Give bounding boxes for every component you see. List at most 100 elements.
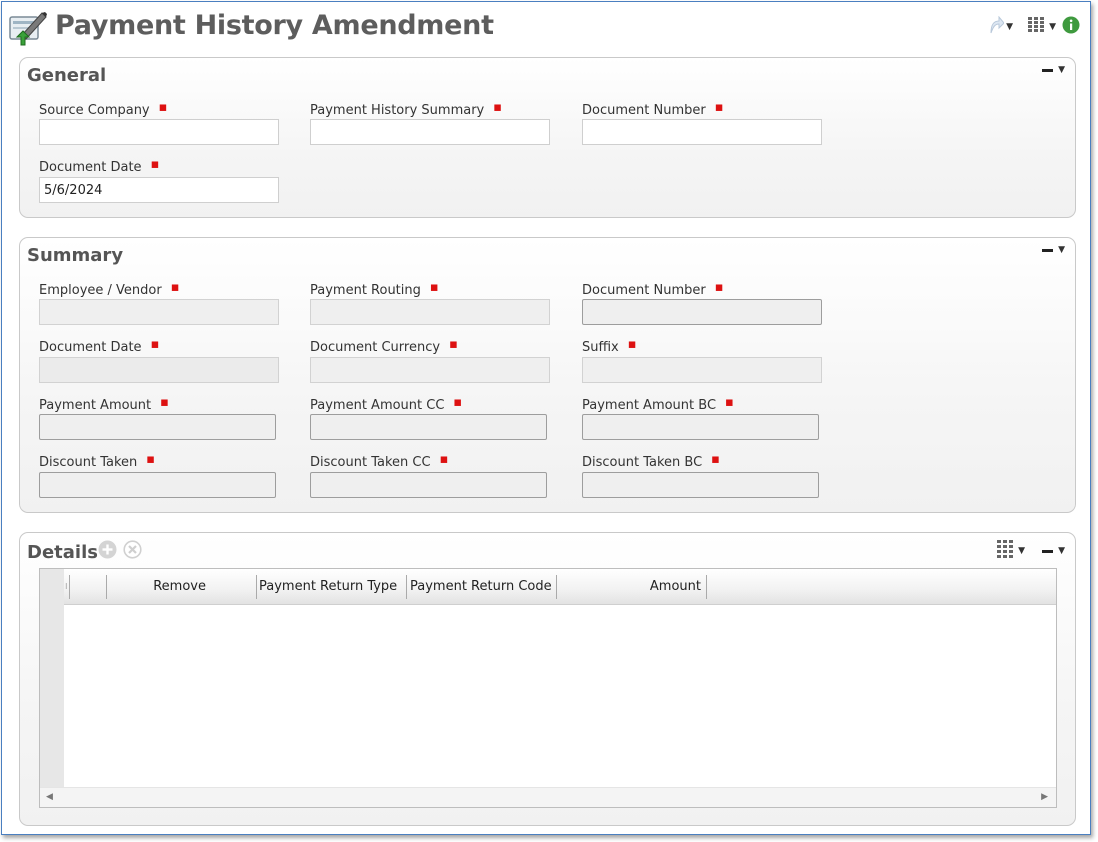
scroll-right-icon[interactable]: ▶ xyxy=(1041,792,1048,802)
source-company-label: Source Company ▪ xyxy=(39,100,168,118)
required-marker: ▪ xyxy=(150,157,160,172)
add-row-button[interactable] xyxy=(98,540,117,563)
chevron-down-icon: ▼ xyxy=(1049,21,1056,32)
grid-handle-column[interactable]: ⁝ xyxy=(64,575,70,599)
document-currency-field xyxy=(310,357,550,383)
document-date-label: Document Date ▪ xyxy=(39,157,160,175)
details-grid: ⁝ Remove Payment Return Type Payment Ret… xyxy=(39,568,1057,808)
employee-vendor-field xyxy=(39,299,279,325)
info-icon xyxy=(1062,16,1080,38)
discount-taken-bc-label-text: Discount Taken BC xyxy=(582,455,703,470)
info-button[interactable] xyxy=(1062,16,1080,38)
chevron-down-icon[interactable]: ▼ xyxy=(1058,546,1065,556)
document-number-label: Document Number ▪ xyxy=(582,100,724,118)
title-toolbar: ▼ ▼ xyxy=(988,15,1080,38)
document-currency-label: Document Currency ▪ xyxy=(310,337,458,355)
general-panel-controls[interactable]: ▼ xyxy=(1042,66,1065,75)
general-panel: General ▼ Source Company ▪ Payment Histor… xyxy=(19,57,1076,218)
collapse-icon[interactable] xyxy=(1042,249,1054,252)
details-panel-controls: ▼ ▼ xyxy=(996,539,1065,563)
required-marker: ▪ xyxy=(493,100,503,115)
column-chooser-button[interactable]: ▼ xyxy=(1027,16,1056,38)
chevron-down-icon[interactable]: ▼ xyxy=(1058,246,1065,255)
discount-taken-bc-field xyxy=(582,472,819,498)
payment-history-amendment-window: Payment History Amendment ▼ ▼ General ▼ … xyxy=(1,1,1091,835)
discount-taken-bc-label: Discount Taken BC ▪ xyxy=(582,452,720,470)
required-marker: ▪ xyxy=(711,452,720,467)
suffix-label: Suffix ▪ xyxy=(582,337,637,355)
title-bar: Payment History Amendment ▼ ▼ xyxy=(2,2,1090,56)
document-date-input[interactable] xyxy=(39,177,279,203)
summary-document-date-label: Document Date ▪ xyxy=(39,337,160,355)
summary-panel-controls[interactable]: ▼ xyxy=(1042,246,1065,255)
remove-icon xyxy=(123,540,142,559)
drag-handle-icon: ⁝ xyxy=(65,582,68,591)
document-number-input[interactable] xyxy=(582,119,822,145)
required-marker: ▪ xyxy=(146,452,156,467)
required-marker: ▪ xyxy=(429,280,439,295)
payment-amount-label: Payment Amount ▪ xyxy=(39,395,169,413)
payment-amount-cc-label: Payment Amount CC ▪ xyxy=(310,395,463,413)
required-marker: ▪ xyxy=(160,395,169,410)
discount-taken-label: Discount Taken ▪ xyxy=(39,452,156,470)
collapse-icon[interactable] xyxy=(1042,69,1054,72)
delete-row-button[interactable] xyxy=(123,540,142,563)
grid-checkbox-column[interactable] xyxy=(71,575,107,599)
collapse-icon[interactable] xyxy=(1042,549,1054,553)
required-marker: ▪ xyxy=(627,337,637,352)
horizontal-scrollbar[interactable]: ◀ ▶ xyxy=(40,787,1056,807)
general-panel-title: General xyxy=(27,65,107,86)
source-company-label-text: Source Company xyxy=(39,103,150,118)
share-button[interactable]: ▼ xyxy=(988,15,1014,38)
summary-document-date-field xyxy=(39,357,279,383)
details-panel-title: Details xyxy=(27,542,98,563)
summary-document-number-field xyxy=(582,299,822,325)
source-company-input[interactable] xyxy=(39,119,279,145)
suffix-field xyxy=(582,357,822,383)
payment-routing-label: Payment Routing ▪ xyxy=(310,280,439,298)
summary-panel: Summary ▼ Employee / Vendor ▪ Payment Rou… xyxy=(19,237,1076,513)
required-marker: ▪ xyxy=(439,452,449,467)
required-marker: ▪ xyxy=(150,337,160,352)
column-header-remove[interactable]: Remove xyxy=(107,575,257,599)
columns-icon xyxy=(1027,16,1047,38)
page-title: Payment History Amendment xyxy=(55,10,494,41)
payment-routing-field xyxy=(310,299,550,325)
payment-amount-cc-field xyxy=(310,414,547,440)
discount-taken-cc-label-text: Discount Taken CC xyxy=(310,455,431,470)
column-header-amount[interactable]: Amount xyxy=(557,575,707,599)
required-marker: ▪ xyxy=(714,280,724,295)
employee-vendor-label-text: Employee / Vendor xyxy=(39,283,162,298)
required-marker: ▪ xyxy=(453,395,463,410)
payment-history-summary-input[interactable] xyxy=(310,119,550,145)
edit-document-icon xyxy=(8,9,48,49)
share-icon xyxy=(988,15,1005,38)
column-header-payment-return-type[interactable]: Payment Return Type xyxy=(257,575,407,599)
column-header-payment-return-code[interactable]: Payment Return Code xyxy=(407,575,557,599)
document-currency-label-text: Document Currency xyxy=(310,340,441,355)
summary-panel-title: Summary xyxy=(27,245,124,266)
required-marker: ▪ xyxy=(158,100,168,115)
grid-row-gutter xyxy=(40,569,64,789)
payment-amount-bc-label-text: Payment Amount BC xyxy=(582,398,717,413)
payment-amount-bc-field xyxy=(582,414,819,440)
payment-amount-field xyxy=(39,414,276,440)
scroll-left-icon[interactable]: ◀ xyxy=(46,792,53,802)
document-number-label-text: Document Number xyxy=(582,103,706,118)
discount-taken-cc-label: Discount Taken CC ▪ xyxy=(310,452,449,470)
required-marker: ▪ xyxy=(725,395,734,410)
grid-header: ⁝ Remove Payment Return Type Payment Ret… xyxy=(64,569,1056,605)
columns-icon xyxy=(996,539,1016,563)
payment-amount-cc-label-text: Payment Amount CC xyxy=(310,398,445,413)
chevron-down-icon[interactable]: ▼ xyxy=(1058,66,1065,75)
discount-taken-field xyxy=(39,472,276,498)
required-marker: ▪ xyxy=(714,100,724,115)
details-panel: Details ▼ ▼ ⁝ Remove Payment Return Type… xyxy=(19,532,1076,826)
suffix-label-text: Suffix xyxy=(582,340,619,355)
summary-document-date-label-text: Document Date xyxy=(39,340,142,355)
discount-taken-label-text: Discount Taken xyxy=(39,455,138,470)
details-column-chooser-button[interactable]: ▼ xyxy=(996,539,1025,563)
summary-document-number-label-text: Document Number xyxy=(582,283,706,298)
payment-routing-label-text: Payment Routing xyxy=(310,283,421,298)
chevron-down-icon: ▼ xyxy=(1006,21,1014,32)
